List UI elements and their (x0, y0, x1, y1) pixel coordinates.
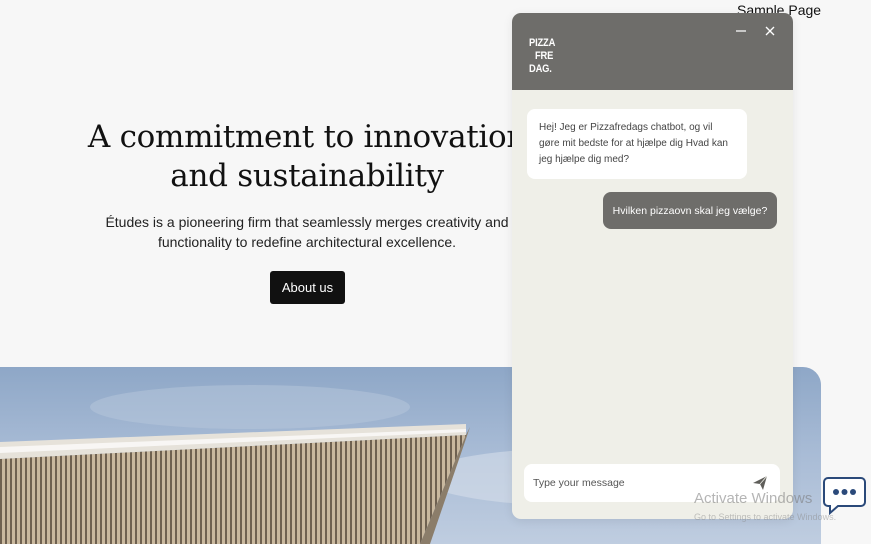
bot-message: Hej! Jeg er Pizzafredags chatbot, og vil… (527, 109, 747, 179)
user-message: Hvilken pizzaovn skal jeg vælge? (603, 192, 777, 229)
activate-windows-title: Activate Windows (694, 490, 813, 507)
logo-line3: DAG. (529, 63, 552, 75)
chat-header: PIZZA FRE DAG. (512, 13, 793, 90)
logo-line2: FRE (534, 50, 554, 62)
logo-line1: PIZZA (529, 37, 556, 49)
close-icon[interactable] (762, 23, 778, 39)
minimize-icon[interactable] (733, 23, 749, 39)
hero-title-line1: A commitment to innovation (87, 119, 527, 155)
hero-description: Études is a pioneering firm that seamles… (60, 212, 554, 252)
hero-title: A commitment to innovation and sustainab… (60, 118, 554, 196)
hero-title-line2: and sustainability (170, 158, 444, 194)
about-us-button[interactable]: About us (270, 271, 345, 304)
activate-windows-subtitle: Go to Settings to activate Windows. (694, 512, 837, 522)
pizzafredag-logo: PIZZA FRE DAG. (529, 37, 563, 76)
chat-bubble-icon[interactable] (822, 475, 867, 516)
chat-widget: PIZZA FRE DAG. Hej! Jeg er Pizzafredags … (512, 13, 793, 519)
hero-desc-line2: functionality to redefine architectural … (157, 234, 457, 250)
hero-desc-line1: Études is a pioneering firm that seamles… (105, 214, 509, 230)
